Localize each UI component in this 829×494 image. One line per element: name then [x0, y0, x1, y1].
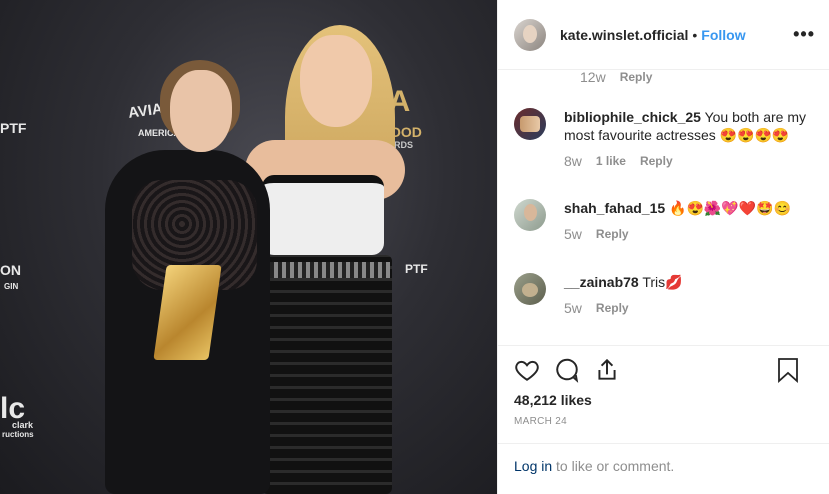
post-date[interactable]: MARCH 24 — [514, 416, 813, 427]
comment-text-line: bibliophile_chick_25 You both are my mos… — [564, 108, 813, 144]
person-right-skirt — [262, 255, 392, 494]
author-username[interactable]: kate.winslet.official — [560, 27, 688, 43]
comment-likes[interactable]: 1 like — [596, 152, 626, 170]
wall-logo-ptf: PTF — [0, 120, 27, 136]
reply-button[interactable]: Reply — [620, 70, 653, 86]
heart-icon[interactable] — [514, 357, 540, 383]
commenter-avatar[interactable] — [514, 108, 546, 140]
commenter-avatar[interactable] — [514, 199, 546, 231]
share-icon[interactable] — [594, 357, 620, 383]
person-right-face — [300, 35, 372, 127]
more-options-icon[interactable]: ••• — [793, 24, 815, 45]
comment-meta: 12w Reply — [580, 70, 666, 86]
wall-logo-on: ON — [0, 262, 21, 278]
post-photo[interactable]: AVIAT AMERICA PTF FA OOD RDS ON GIN PTF … — [0, 0, 497, 494]
wall-logo-ructions: ructions — [2, 430, 34, 439]
reply-button[interactable]: Reply — [596, 299, 629, 317]
comment-time: 12w — [580, 70, 606, 85]
comment-meta: 5w Reply — [564, 225, 791, 243]
separator-dot: • — [692, 26, 698, 43]
login-prompt: Log in to like or comment. — [498, 443, 829, 494]
comment-time: 5w — [564, 226, 582, 242]
comment-text: 🔥😍🌺💖❤️🤩😊 — [669, 200, 792, 216]
person-left-face — [170, 70, 232, 152]
comments-list[interactable]: 12w Reply bibliophile_chick_25 You both … — [498, 70, 829, 345]
commenter-username[interactable]: __zainab78 — [564, 274, 639, 290]
reply-button[interactable]: Reply — [596, 225, 629, 243]
comment-time: 5w — [564, 300, 582, 316]
comment-meta: 5w Reply — [564, 299, 683, 317]
commenter-avatar[interactable] — [514, 273, 546, 305]
wall-logo-ptf-right: PTF — [405, 262, 428, 276]
comment-text: Tris💋 — [642, 274, 683, 290]
comment-icon[interactable] — [554, 357, 580, 383]
like-count[interactable]: 48,212 likes — [514, 392, 813, 408]
wall-logo-gin: GIN — [4, 282, 19, 291]
post-actions: 48,212 likes MARCH 24 — [498, 345, 829, 427]
commenter-username[interactable]: shah_fahad_15 — [564, 200, 665, 216]
comment-time: 8w — [564, 153, 582, 169]
login-prompt-text: to like or comment. — [552, 458, 675, 474]
reply-button[interactable]: Reply — [640, 152, 673, 170]
comment-item: __zainab78 Tris💋 5w Reply — [514, 273, 813, 317]
comment-meta: 8w 1 like Reply — [564, 152, 813, 170]
action-icons-row — [514, 346, 813, 394]
comment-text-line: __zainab78 Tris💋 — [564, 273, 683, 291]
person-right-top — [262, 175, 384, 255]
author-avatar[interactable] — [514, 18, 546, 51]
commenter-username[interactable]: bibliophile_chick_25 — [564, 109, 701, 125]
person-right-belt — [266, 262, 390, 278]
comment-item: shah_fahad_15 🔥😍🌺💖❤️🤩😊 5w Reply — [514, 199, 813, 243]
follow-button[interactable]: Follow — [701, 27, 745, 43]
comment-item: 12w Reply — [514, 70, 813, 86]
login-link[interactable]: Log in — [514, 458, 552, 474]
comment-text-line: shah_fahad_15 🔥😍🌺💖❤️🤩😊 — [564, 199, 791, 217]
bookmark-icon[interactable] — [777, 357, 799, 383]
wall-logo-clark: clark — [12, 420, 34, 430]
post-header: kate.winslet.official • Follow ••• — [498, 0, 829, 70]
post-side-panel: kate.winslet.official • Follow ••• 12w R… — [497, 0, 829, 494]
comment-item: bibliophile_chick_25 You both are my mos… — [514, 108, 813, 170]
